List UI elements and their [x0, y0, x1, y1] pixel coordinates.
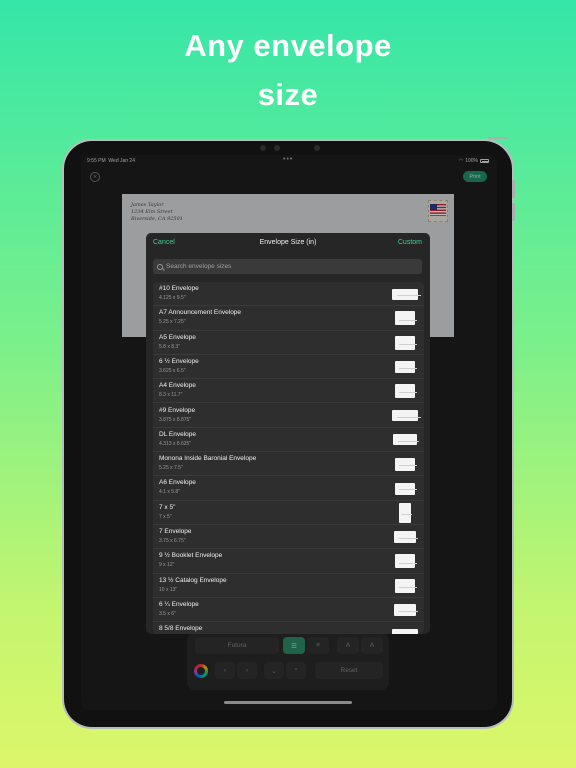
- envelope-row[interactable]: 9 ½ Booklet Envelope 9 x 12": [153, 549, 424, 574]
- envelope-name: Monona Inside Baronial Envelope: [159, 455, 257, 463]
- ipad-screen: 9:55 PM Wed Jan 24 ••• ◠ 100% × Print Ja…: [81, 155, 497, 710]
- envelope-dimensions: 4.1 x 5.8": [159, 489, 180, 496]
- envelope-name: 6 ¼ Envelope: [159, 600, 199, 608]
- envelope-name: 6 ½ Envelope: [159, 357, 199, 365]
- envelope-row[interactable]: 7 x 5" 7 x 5": [153, 501, 424, 525]
- envelope-name: A6 Envelope: [159, 479, 196, 487]
- envelope-thumbnail-icon: [399, 502, 413, 523]
- envelope-thumbnail-icon: [395, 578, 417, 593]
- search-input[interactable]: [166, 263, 406, 270]
- front-sensor-icon: [314, 145, 320, 151]
- envelope-name: 13 ½ Catalog Envelope: [159, 576, 227, 584]
- envelope-dimensions: 7 x 5": [159, 513, 172, 520]
- front-camera-icon: [260, 145, 266, 151]
- envelope-row[interactable]: A7 Announcement Envelope 5.25 x 7.25": [153, 306, 424, 331]
- envelope-dimensions: 5.25 x 7.25": [159, 319, 186, 326]
- envelope-thumbnail-icon: [392, 288, 421, 300]
- envelope-list[interactable]: #10 Envelope 4.125 x 9.5" A7 Announcement …: [153, 282, 424, 634]
- envelope-thumbnail-icon: [394, 531, 419, 544]
- envelope-row[interactable]: 6 ¼ Envelope 3.5 x 6": [153, 598, 424, 623]
- envelope-thumbnail-icon: [395, 457, 417, 471]
- envelope-row[interactable]: A4 Envelope 8.3 x 11.7": [153, 379, 424, 404]
- envelope-thumbnail-icon: [395, 384, 417, 399]
- power-button: [488, 137, 508, 139]
- headline-line-2: size: [257, 77, 319, 112]
- envelope-thumbnail-icon: [395, 311, 417, 326]
- envelope-name: DL Envelope: [159, 430, 196, 438]
- envelope-row[interactable]: 8 5/8 Envelope: [153, 622, 424, 634]
- search-bar[interactable]: [153, 259, 422, 274]
- front-sensor-icon: [274, 145, 280, 151]
- envelope-dimensions: 4.313 x 8.625": [159, 440, 192, 447]
- envelope-dimensions: 5.25 x 7.5": [159, 465, 183, 472]
- envelope-name: #10 Envelope: [159, 285, 199, 292]
- envelope-name: 7 Envelope: [159, 528, 192, 535]
- envelope-dimensions: 4.125 x 9.5": [159, 295, 186, 301]
- envelope-row[interactable]: Monona Inside Baronial Envelope 5.25 x 7.…: [153, 452, 424, 477]
- volume-button: [512, 203, 515, 221]
- headline-line-1: Any envelope: [184, 28, 392, 63]
- envelope-name: #9 Envelope: [159, 406, 196, 414]
- envelope-row[interactable]: A5 Envelope 5.8 x 8.3": [153, 331, 424, 355]
- envelope-dimensions: 3.625 x 6.5": [159, 367, 186, 374]
- custom-button[interactable]: Custom: [398, 239, 422, 246]
- envelope-dimensions: 3.5 x 6": [159, 610, 176, 617]
- envelope-thumbnail-icon: [395, 361, 417, 374]
- envelope-dimensions: 10 x 13": [159, 586, 178, 593]
- envelope-row[interactable]: #10 Envelope 4.125 x 9.5": [153, 282, 424, 307]
- envelope-thumbnail-icon: [392, 628, 418, 634]
- envelope-name: A7 Announcement Envelope: [159, 309, 242, 317]
- envelope-row[interactable]: A6 Envelope 4.1 x 5.8": [153, 476, 424, 501]
- envelope-thumbnail-icon: [392, 410, 421, 422]
- envelope-dimensions: 3.75 x 6.75": [159, 538, 186, 544]
- envelope-thumbnail-icon: [395, 335, 417, 350]
- search-icon: [157, 263, 163, 270]
- envelope-name: A4 Envelope: [159, 382, 196, 390]
- envelope-row[interactable]: 13 ½ Catalog Envelope 10 x 13": [153, 574, 424, 598]
- envelope-name: A5 Envelope: [159, 333, 196, 341]
- envelope-dimensions: 8.3 x 11.7": [159, 392, 183, 399]
- envelope-row[interactable]: DL Envelope 4.313 x 8.625": [153, 428, 424, 453]
- volume-button: [512, 180, 515, 198]
- home-indicator: [224, 701, 352, 704]
- envelope-thumbnail-icon: [395, 554, 417, 569]
- envelope-row[interactable]: 6 ½ Envelope 3.625 x 6.5": [153, 355, 424, 380]
- envelope-thumbnail-icon: [395, 482, 417, 495]
- envelope-row[interactable]: 7 Envelope 3.75 x 6.75": [153, 525, 424, 550]
- envelope-row[interactable]: #9 Envelope 3.875 x 8.875": [153, 404, 424, 428]
- envelope-thumbnail-icon: [393, 434, 420, 446]
- envelope-size-modal: Cancel Envelope Size (in) Custom #10 Env…: [146, 233, 430, 634]
- envelope-dimensions: 9 x 12": [159, 562, 175, 569]
- envelope-name: 8 5/8 Envelope: [159, 625, 203, 633]
- modal-title: Envelope Size (in): [259, 239, 317, 246]
- envelope-dimensions: 5.8 x 8.3": [159, 343, 180, 350]
- envelope-dimensions: 3.875 x 8.875": [159, 416, 192, 423]
- envelope-thumbnail-icon: [394, 604, 419, 617]
- envelope-name: 9 ½ Booklet Envelope: [159, 552, 223, 560]
- envelope-name: 7 x 5": [159, 503, 176, 511]
